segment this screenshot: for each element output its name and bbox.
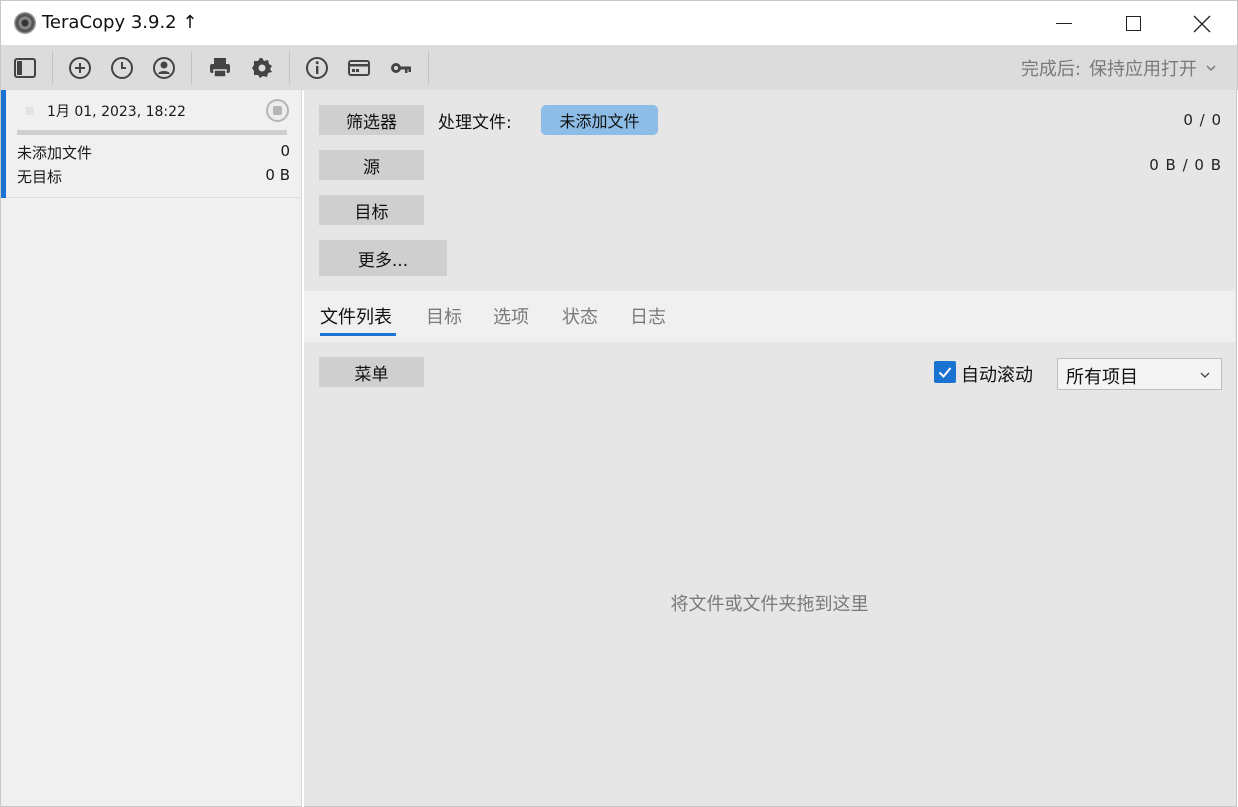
- tab-log[interactable]: 日志: [630, 303, 666, 329]
- minimize-button[interactable]: [1029, 1, 1099, 46]
- menu-button[interactable]: 菜单: [319, 357, 424, 387]
- autoscroll-label[interactable]: 自动滚动: [961, 361, 1033, 387]
- job-status-dot: [26, 107, 34, 115]
- drop-zone-hint: 将文件或文件夹拖到这里: [670, 594, 869, 615]
- settings-icon: [252, 58, 272, 78]
- main-panel: 筛选器 处理文件: 未添加文件 0 / 0 源 0 B / 0 B 目标 更多.…: [304, 90, 1237, 807]
- app-icon: [14, 12, 36, 34]
- chevron-down-icon: [1200, 372, 1210, 378]
- history-button[interactable]: [107, 53, 137, 83]
- tab-file-list[interactable]: 文件列表: [320, 303, 392, 329]
- tab-status[interactable]: 状态: [562, 303, 598, 329]
- job-date: 1月 01, 2023, 18:22: [47, 104, 186, 120]
- account-button[interactable]: [149, 53, 179, 83]
- after-done-dropdown[interactable]: 完成后: 保持应用打开: [1021, 55, 1217, 81]
- file-count: 0 / 0: [1183, 111, 1222, 129]
- minimize-icon: [1056, 23, 1072, 24]
- key-icon: [391, 63, 411, 73]
- stop-button[interactable]: [266, 99, 289, 122]
- account-icon: [153, 57, 175, 79]
- tab-options[interactable]: 选项: [493, 303, 529, 329]
- history-icon: [111, 57, 133, 79]
- card-icon: [348, 60, 370, 76]
- active-tab-indicator: [320, 333, 396, 336]
- tab-bar: 文件列表 目标 选项 状态 日志: [304, 291, 1235, 342]
- settings-button[interactable]: [247, 53, 277, 83]
- add-icon: [69, 57, 91, 79]
- filter-button[interactable]: 筛选器: [319, 105, 424, 135]
- sidebar-toggle-button[interactable]: [10, 53, 40, 83]
- toolbar: 完成后: 保持应用打开: [0, 45, 1238, 90]
- job-target-value: 0 B: [265, 166, 290, 184]
- print-icon: [210, 58, 230, 78]
- job-files-label: 未添加文件: [17, 144, 93, 162]
- size-count: 0 B / 0 B: [1149, 156, 1222, 174]
- items-filter-select[interactable]: 所有项目: [1057, 358, 1222, 390]
- card-button[interactable]: [344, 53, 374, 83]
- info-icon: [306, 57, 328, 79]
- source-button[interactable]: 源: [319, 150, 424, 180]
- more-button[interactable]: 更多...: [319, 240, 447, 276]
- key-button[interactable]: [386, 53, 416, 83]
- job-progress-bar: [17, 130, 287, 135]
- add-button[interactable]: [65, 53, 95, 83]
- no-files-badge[interactable]: 未添加文件: [541, 105, 658, 135]
- chevron-down-icon: [1206, 65, 1216, 72]
- maximize-icon: [1125, 16, 1141, 31]
- info-button[interactable]: [302, 53, 332, 83]
- close-button[interactable]: [1167, 1, 1237, 46]
- title-bar: TeraCopy 3.9.2 ↑: [0, 0, 1238, 45]
- job-selected-indicator: [1, 90, 6, 198]
- maximize-button[interactable]: [1098, 1, 1168, 46]
- job-files-value: 0: [280, 142, 290, 160]
- after-done-label: 完成后:: [1020, 59, 1081, 80]
- items-filter-value: 所有项目: [1066, 367, 1138, 388]
- close-icon: [1193, 15, 1211, 32]
- job-sidebar: 1月 01, 2023, 18:22 未添加文件 0 无目标 0 B: [0, 90, 302, 807]
- target-button[interactable]: 目标: [319, 195, 424, 225]
- print-button[interactable]: [205, 53, 235, 83]
- after-done-value: 保持应用打开: [1089, 59, 1197, 80]
- sidebar-toggle-icon: [14, 58, 36, 78]
- autoscroll-checkbox[interactable]: [934, 361, 956, 383]
- process-files-label: 处理文件:: [438, 113, 512, 133]
- job-target-label: 无目标: [17, 168, 63, 186]
- job-files-row: 未添加文件 0: [17, 142, 290, 163]
- job-target-row: 无目标 0 B: [17, 166, 290, 187]
- checkmark-icon: [938, 367, 952, 378]
- stop-icon: [273, 106, 282, 115]
- tab-target[interactable]: 目标: [426, 303, 462, 329]
- window-title: TeraCopy 3.9.2 ↑: [42, 12, 198, 33]
- job-item[interactable]: 1月 01, 2023, 18:22 未添加文件 0 无目标 0 B: [1, 90, 301, 198]
